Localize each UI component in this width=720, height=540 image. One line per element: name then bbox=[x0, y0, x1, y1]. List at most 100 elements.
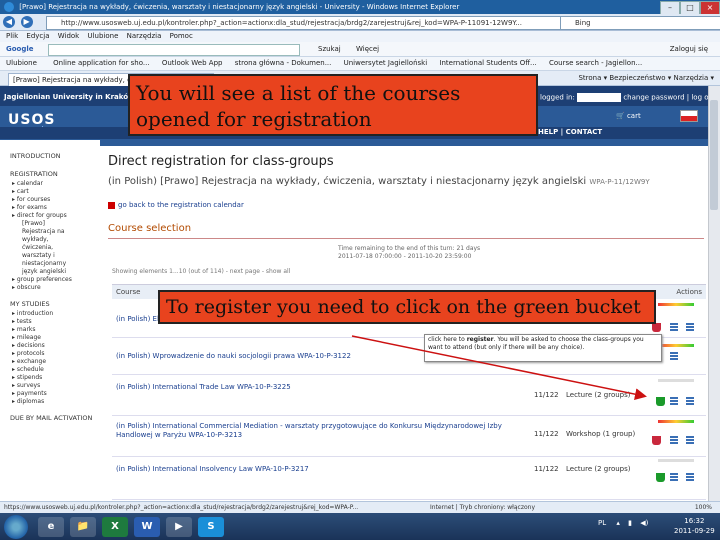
google-more-button[interactable]: Więcej bbox=[356, 42, 379, 56]
list-icon[interactable] bbox=[686, 436, 694, 444]
register-tooltip: click here to register. You will be aske… bbox=[424, 334, 662, 362]
taskbar-media-icon[interactable]: ▶ bbox=[166, 517, 192, 537]
scrollbar-thumb[interactable] bbox=[710, 100, 718, 210]
list-icon[interactable] bbox=[686, 473, 694, 481]
course-link[interactable]: (in Polish) Wprowadzenie do nauki socjol… bbox=[116, 352, 351, 360]
nav-subitem[interactable]: język angielski bbox=[22, 268, 100, 276]
minimize-button[interactable]: – bbox=[660, 1, 680, 15]
details-icon[interactable] bbox=[670, 436, 678, 444]
menu-view[interactable]: Widok bbox=[58, 32, 80, 40]
taskbar-skype-icon[interactable]: S bbox=[198, 517, 224, 537]
nav-section-my-studies[interactable]: MY STUDIES bbox=[10, 300, 100, 308]
network-icon[interactable]: ▮ bbox=[628, 519, 632, 527]
details-icon[interactable] bbox=[670, 397, 678, 405]
nav-item[interactable]: protocols bbox=[12, 350, 100, 358]
back-arrow-icon[interactable]: ◀ bbox=[3, 16, 15, 28]
nav-subitem[interactable]: [Prawo] bbox=[22, 220, 100, 228]
favorite-link[interactable]: Outlook Web App bbox=[162, 59, 223, 67]
column-header-course[interactable]: Course bbox=[116, 285, 140, 299]
details-icon[interactable] bbox=[670, 352, 678, 360]
nav-subitem[interactable]: ćwiczenia, bbox=[22, 244, 100, 252]
nav-item[interactable]: mileage bbox=[12, 334, 100, 342]
favorite-link[interactable]: Online application for sho... bbox=[53, 59, 149, 67]
favorite-link[interactable]: strona główna - Dokumen... bbox=[235, 59, 332, 67]
cart-icon[interactable] bbox=[652, 436, 661, 445]
tray-arrow-icon[interactable]: ▴ bbox=[616, 519, 620, 527]
nav-item-for-courses[interactable]: for courses bbox=[12, 196, 100, 204]
nav-section-mail-activation[interactable]: DUE BY MAIL ACTIVATION bbox=[10, 414, 100, 422]
volume-icon[interactable]: ◀) bbox=[640, 519, 648, 527]
google-search-input[interactable] bbox=[48, 44, 300, 56]
start-button[interactable] bbox=[4, 515, 28, 539]
details-icon[interactable] bbox=[670, 323, 678, 331]
course-link[interactable]: (in Polish) International Commercial Med… bbox=[116, 422, 516, 440]
nav-item[interactable]: schedule bbox=[12, 366, 100, 374]
tools-menu[interactable]: Narzędzia bbox=[674, 74, 709, 82]
menu-favorites[interactable]: Ulubione bbox=[87, 32, 118, 40]
nav-section-registration[interactable]: REGISTRATION bbox=[10, 170, 100, 178]
search-box[interactable]: Bing bbox=[560, 16, 720, 30]
nav-item[interactable]: decisions bbox=[12, 342, 100, 350]
page-menu[interactable]: Strona bbox=[578, 74, 601, 82]
favorite-link[interactable]: International Students Off... bbox=[439, 59, 536, 67]
nav-item[interactable]: introduction bbox=[12, 310, 100, 318]
forward-arrow-icon[interactable]: ▶ bbox=[20, 16, 33, 28]
nav-item[interactable]: stipends bbox=[12, 374, 100, 382]
left-navigation: INTRODUCTION REGISTRATION calendar cart … bbox=[0, 140, 100, 512]
help-contact-links[interactable]: HELP | CONTACT bbox=[538, 128, 602, 136]
cart-link[interactable]: 🛒 cart bbox=[616, 112, 641, 120]
capacity-bar bbox=[658, 379, 694, 382]
maximize-button[interactable]: □ bbox=[680, 1, 700, 15]
nav-item[interactable]: exchange bbox=[12, 358, 100, 366]
back-to-calendar-link[interactable]: go back to the registration calendar bbox=[108, 201, 244, 209]
clock[interactable]: 16:32 2011-09-29 bbox=[674, 516, 715, 536]
green-bucket-register-icon[interactable] bbox=[656, 397, 665, 406]
nav-item[interactable]: marks bbox=[12, 326, 100, 334]
nav-subitem[interactable]: warsztaty i bbox=[22, 252, 100, 260]
cart-icon[interactable] bbox=[652, 323, 661, 332]
nav-section-introduction[interactable]: INTRODUCTION bbox=[10, 152, 100, 160]
nav-item-group-preferences[interactable]: group preferences bbox=[12, 276, 100, 284]
taskbar-ie-icon[interactable]: e bbox=[38, 517, 64, 537]
status-url: https://www.usosweb.uj.edu.pl/kontroler.… bbox=[4, 504, 359, 511]
nav-item[interactable]: tests bbox=[12, 318, 100, 326]
polish-flag-icon[interactable] bbox=[680, 110, 698, 122]
nav-item-direct-for-groups[interactable]: direct for groups bbox=[12, 212, 100, 220]
nav-subitem[interactable]: Rejestracja na bbox=[22, 228, 100, 236]
taskbar-excel-icon[interactable]: X bbox=[102, 517, 128, 537]
google-login-link[interactable]: Zaloguj się bbox=[670, 42, 708, 56]
green-bucket-register-icon[interactable] bbox=[656, 473, 665, 482]
details-icon[interactable] bbox=[670, 473, 678, 481]
menu-help[interactable]: Pomoc bbox=[170, 32, 193, 40]
pagination-info[interactable]: Showing elements 1...10 (out of 114) - n… bbox=[112, 268, 290, 275]
nav-item[interactable]: diplomas bbox=[12, 398, 100, 406]
list-icon[interactable] bbox=[686, 323, 694, 331]
registered-count: 11/122 bbox=[534, 391, 559, 399]
taskbar-word-icon[interactable]: W bbox=[134, 517, 160, 537]
favorite-link[interactable]: Course search - Jagiellon... bbox=[549, 59, 642, 67]
list-icon[interactable] bbox=[686, 397, 694, 405]
nav-item-for-exams[interactable]: for exams bbox=[12, 204, 100, 212]
account-links[interactable]: change password | log out bbox=[623, 94, 715, 102]
address-bar[interactable]: http://www.usosweb.uj.edu.pl/kontroler.p… bbox=[46, 16, 562, 30]
security-menu[interactable]: Bezpieczeństwo bbox=[609, 74, 665, 82]
nav-item[interactable]: payments bbox=[12, 390, 100, 398]
taskbar-explorer-icon[interactable]: 📁 bbox=[70, 517, 96, 537]
nav-item[interactable]: surveys bbox=[12, 382, 100, 390]
nav-item-obscure[interactable]: obscure bbox=[12, 284, 100, 292]
language-indicator[interactable]: PL bbox=[598, 519, 606, 527]
menu-tools[interactable]: Narzędzia bbox=[127, 32, 162, 40]
time-range: 2011-07-18 07:00:00 - 2011-10-20 23:59:0… bbox=[338, 253, 472, 260]
favorite-link[interactable]: Uniwersytet Jagielloński bbox=[344, 59, 428, 67]
nav-subitem[interactable]: wykłady, bbox=[22, 236, 100, 244]
course-link[interactable]: (in Polish) International Trade Law WPA-… bbox=[116, 383, 291, 391]
nav-subitem[interactable]: niestacjonarny bbox=[22, 260, 100, 268]
close-button[interactable]: × bbox=[700, 1, 720, 15]
nav-item-cart[interactable]: cart bbox=[12, 188, 100, 196]
menu-edit[interactable]: Edycja bbox=[26, 32, 49, 40]
nav-item-calendar[interactable]: calendar bbox=[12, 180, 100, 188]
favorites-button[interactable]: Ulubione bbox=[6, 59, 37, 67]
course-link[interactable]: (in Polish) International Insolvency Law… bbox=[116, 465, 309, 473]
menu-file[interactable]: Plik bbox=[6, 32, 18, 40]
google-search-button[interactable]: Szukaj bbox=[318, 42, 341, 56]
